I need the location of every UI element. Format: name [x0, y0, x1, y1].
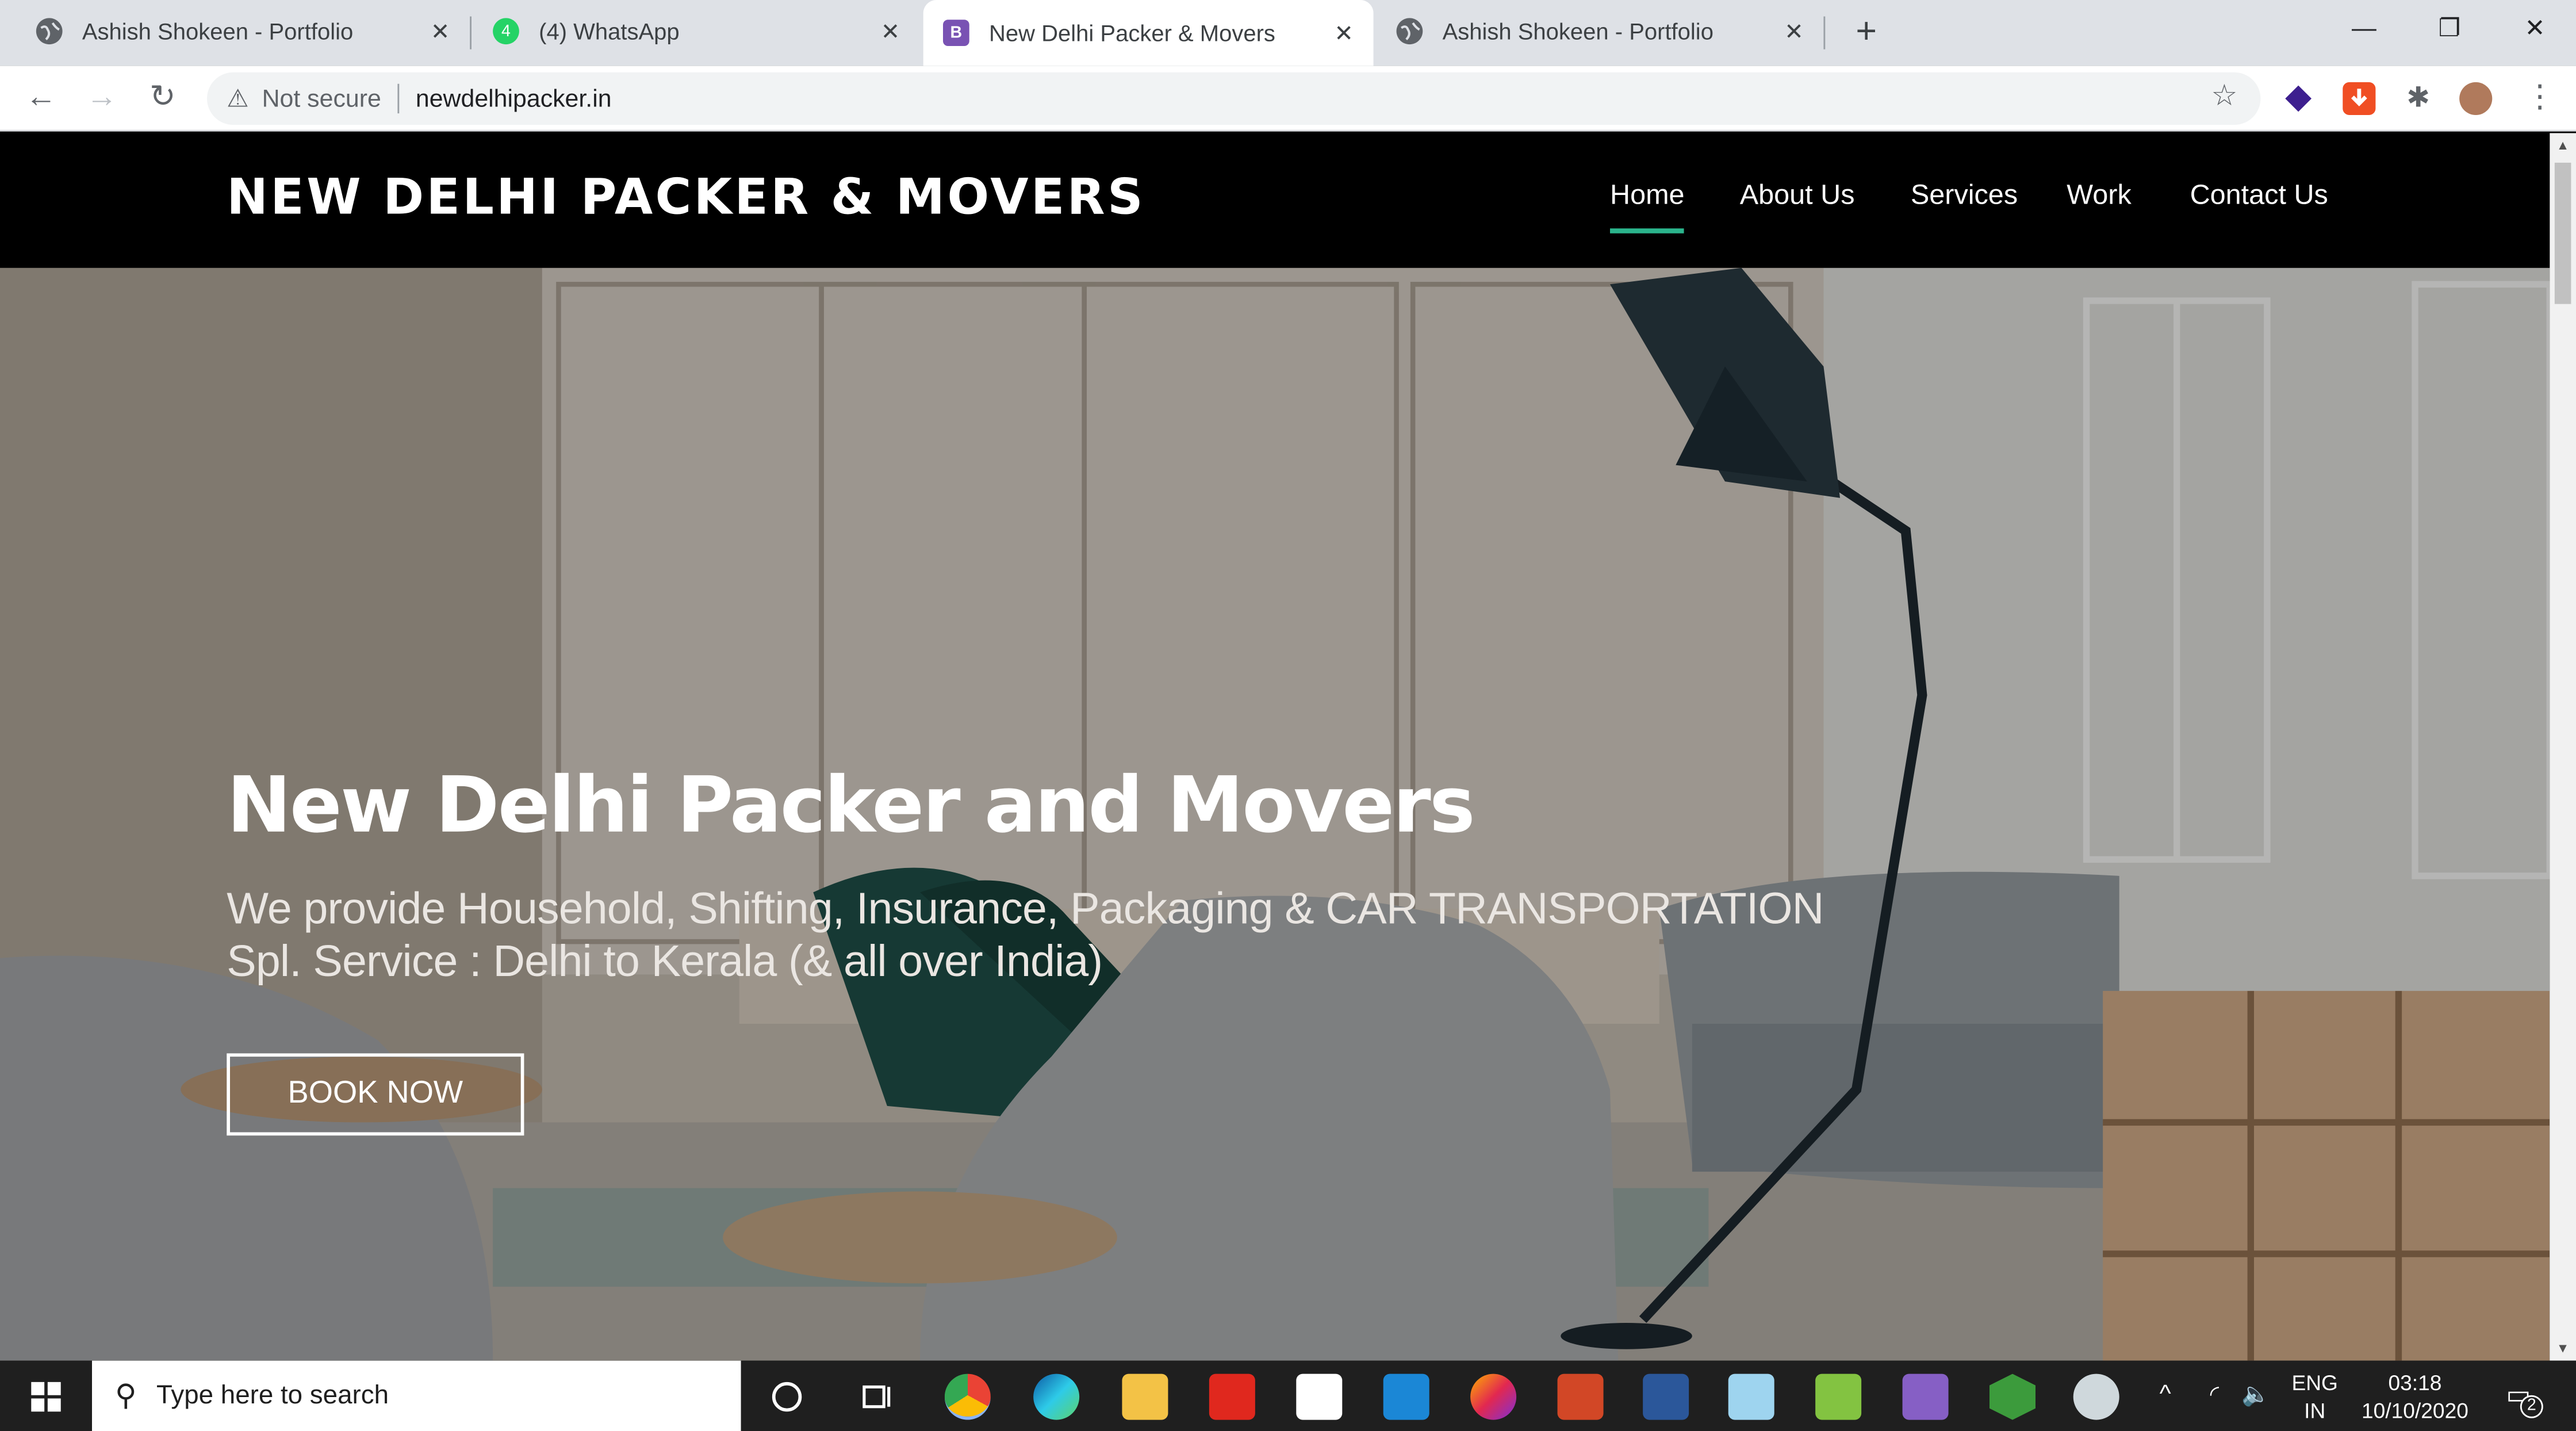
nav-home[interactable]: Home: [1610, 179, 1685, 234]
tab-close-icon[interactable]: ✕: [1781, 17, 1807, 45]
powerpoint-icon[interactable]: [1557, 1373, 1604, 1420]
omnibox-divider: [397, 83, 400, 114]
nav-about-us[interactable]: About Us: [1740, 179, 1855, 212]
reader-app-icon[interactable]: [1209, 1373, 1255, 1420]
minimize-button[interactable]: —: [2326, 6, 2402, 52]
word-icon[interactable]: [1643, 1373, 1689, 1420]
hero-subtitle: We provide Household, Shifting, Insuranc…: [227, 882, 1824, 988]
screen: Ashish Shokeen - Portfolio ✕ 4 (4) Whats…: [0, 0, 2576, 1431]
address-bar[interactable]: ⚠ Not secure newdelhipacker.in ☆: [207, 72, 2261, 125]
warning-icon[interactable]: ⚠: [227, 84, 248, 114]
hero-subtitle-line-2: Spl. Service : Delhi to Kerala (& all ov…: [227, 936, 1103, 986]
nav-work[interactable]: Work: [2067, 179, 2131, 212]
notepad-icon[interactable]: [1728, 1373, 1774, 1420]
edge-icon[interactable]: [1033, 1373, 1080, 1420]
wifi-icon[interactable]: ◜: [2198, 1380, 2231, 1409]
chrome-icon[interactable]: [944, 1373, 991, 1420]
paint-icon[interactable]: [2073, 1373, 2119, 1420]
tab-divider: [1823, 16, 1826, 49]
hero-title: New Delhi Packer and Movers: [227, 760, 1475, 851]
scrollbar-thumb[interactable]: [2554, 162, 2571, 304]
firefox-icon[interactable]: [1470, 1373, 1517, 1420]
whatsapp-icon: 4: [493, 18, 519, 45]
search-icon: ⚲: [115, 1379, 137, 1412]
back-arrow-icon[interactable]: ←: [18, 75, 64, 121]
volume-icon[interactable]: 🔈: [2237, 1380, 2274, 1409]
tab-close-icon[interactable]: ✕: [877, 17, 904, 45]
restore-button[interactable]: ❐: [2412, 6, 2487, 52]
globe-icon: [1396, 18, 1423, 45]
extensions-puzzle-icon[interactable]: ✱: [2395, 75, 2441, 121]
hero-section: New Delhi Packer and Movers We provide H…: [0, 267, 2550, 1361]
url-text[interactable]: newdelhipacker.in: [416, 85, 612, 113]
tab-strip: Ashish Shokeen - Portfolio ✕ 4 (4) Whats…: [0, 0, 2576, 66]
tab-title: Ashish Shokeen - Portfolio: [82, 18, 354, 45]
close-window-button[interactable]: ✕: [2497, 6, 2573, 52]
nav-contact-us[interactable]: Contact Us: [2190, 179, 2328, 212]
file-explorer-icon[interactable]: [1122, 1373, 1168, 1420]
book-now-button[interactable]: BOOK NOW: [227, 1053, 524, 1136]
tab-title: New Delhi Packer & Movers: [989, 20, 1275, 46]
profile-avatar[interactable]: [2459, 82, 2493, 115]
page-scrollbar[interactable]: ▲ ▼: [2550, 133, 2576, 1361]
browser-toolbar: ← → ↻ ⚠ Not secure newdelhipacker.in ☆ ✱…: [0, 66, 2576, 132]
scroll-down-arrow-icon[interactable]: ▼: [2550, 1341, 2576, 1356]
new-tab-button[interactable]: +: [1846, 10, 1886, 52]
forward-arrow-icon[interactable]: →: [79, 75, 125, 121]
lang-line-2: IN: [2304, 1398, 2326, 1424]
notifications-icon[interactable]: ▭ 2: [2494, 1379, 2543, 1418]
taskbar-search-box[interactable]: ⚲ Type here to search: [92, 1360, 741, 1431]
web-page: NEW DELHI PACKER & MOVERS Home About Us …: [0, 133, 2550, 1361]
extension-shield-icon[interactable]: [2282, 82, 2315, 115]
nav-services[interactable]: Services: [1911, 179, 2018, 212]
search-placeholder[interactable]: Type here to search: [156, 1381, 389, 1410]
language-indicator[interactable]: ENG IN: [2283, 1369, 2346, 1425]
tab-portfolio-2[interactable]: Ashish Shokeen - Portfolio ✕: [1377, 0, 1823, 63]
reload-icon[interactable]: ↻: [140, 75, 186, 121]
nodejs-icon[interactable]: [1989, 1373, 2035, 1420]
clock-date: 10/10/2020: [2362, 1398, 2468, 1424]
clock-time: 03:18: [2388, 1370, 2442, 1395]
tab-portfolio-1[interactable]: Ashish Shokeen - Portfolio ✕: [0, 0, 470, 63]
notification-count-badge: 2: [2520, 1395, 2543, 1418]
tab-title: Ashish Shokeen - Portfolio: [1442, 18, 1713, 45]
clock[interactable]: 03:18 10/10/2020: [2352, 1369, 2477, 1425]
tab-new-delhi-packer[interactable]: B New Delhi Packer & Movers ✕: [923, 0, 1374, 66]
chevron-up-icon[interactable]: ^: [2149, 1380, 2182, 1409]
tab-close-icon[interactable]: ✕: [1331, 19, 1357, 47]
security-label[interactable]: Not secure: [262, 85, 381, 113]
cortana-icon[interactable]: [765, 1374, 811, 1420]
visual-studio-icon[interactable]: [1902, 1373, 1949, 1420]
bookmark-star-icon[interactable]: ☆: [2211, 79, 2237, 113]
site-navbar: NEW DELHI PACKER & MOVERS Home About Us …: [0, 133, 2550, 268]
site-brand[interactable]: NEW DELHI PACKER & MOVERS: [227, 169, 1145, 227]
hero-subtitle-line-1: We provide Household, Shifting, Insuranc…: [227, 884, 1824, 933]
tab-title: (4) WhatsApp: [539, 18, 680, 45]
mail-icon[interactable]: [1383, 1373, 1429, 1420]
tab-close-icon[interactable]: ✕: [427, 17, 454, 45]
store-icon[interactable]: [1296, 1373, 1343, 1420]
extension-download-icon[interactable]: [2343, 82, 2376, 115]
start-button[interactable]: [0, 1361, 92, 1431]
windows-taskbar: ⚲ Type here to search ^ ◜ 🔈 ENG IN 03:18…: [0, 1360, 2576, 1431]
task-view-icon[interactable]: [856, 1374, 902, 1420]
windows-logo-icon: [31, 1382, 61, 1412]
globe-icon: [36, 18, 63, 45]
menu-dots-icon[interactable]: ⋮: [2517, 75, 2563, 121]
tab-whatsapp[interactable]: 4 (4) WhatsApp ✕: [470, 0, 920, 63]
notepad-plus-icon[interactable]: [1815, 1373, 1862, 1420]
lang-line-1: ENG: [2291, 1370, 2338, 1395]
bootstrap-icon: B: [943, 20, 969, 46]
scroll-up-arrow-icon[interactable]: ▲: [2550, 138, 2576, 153]
